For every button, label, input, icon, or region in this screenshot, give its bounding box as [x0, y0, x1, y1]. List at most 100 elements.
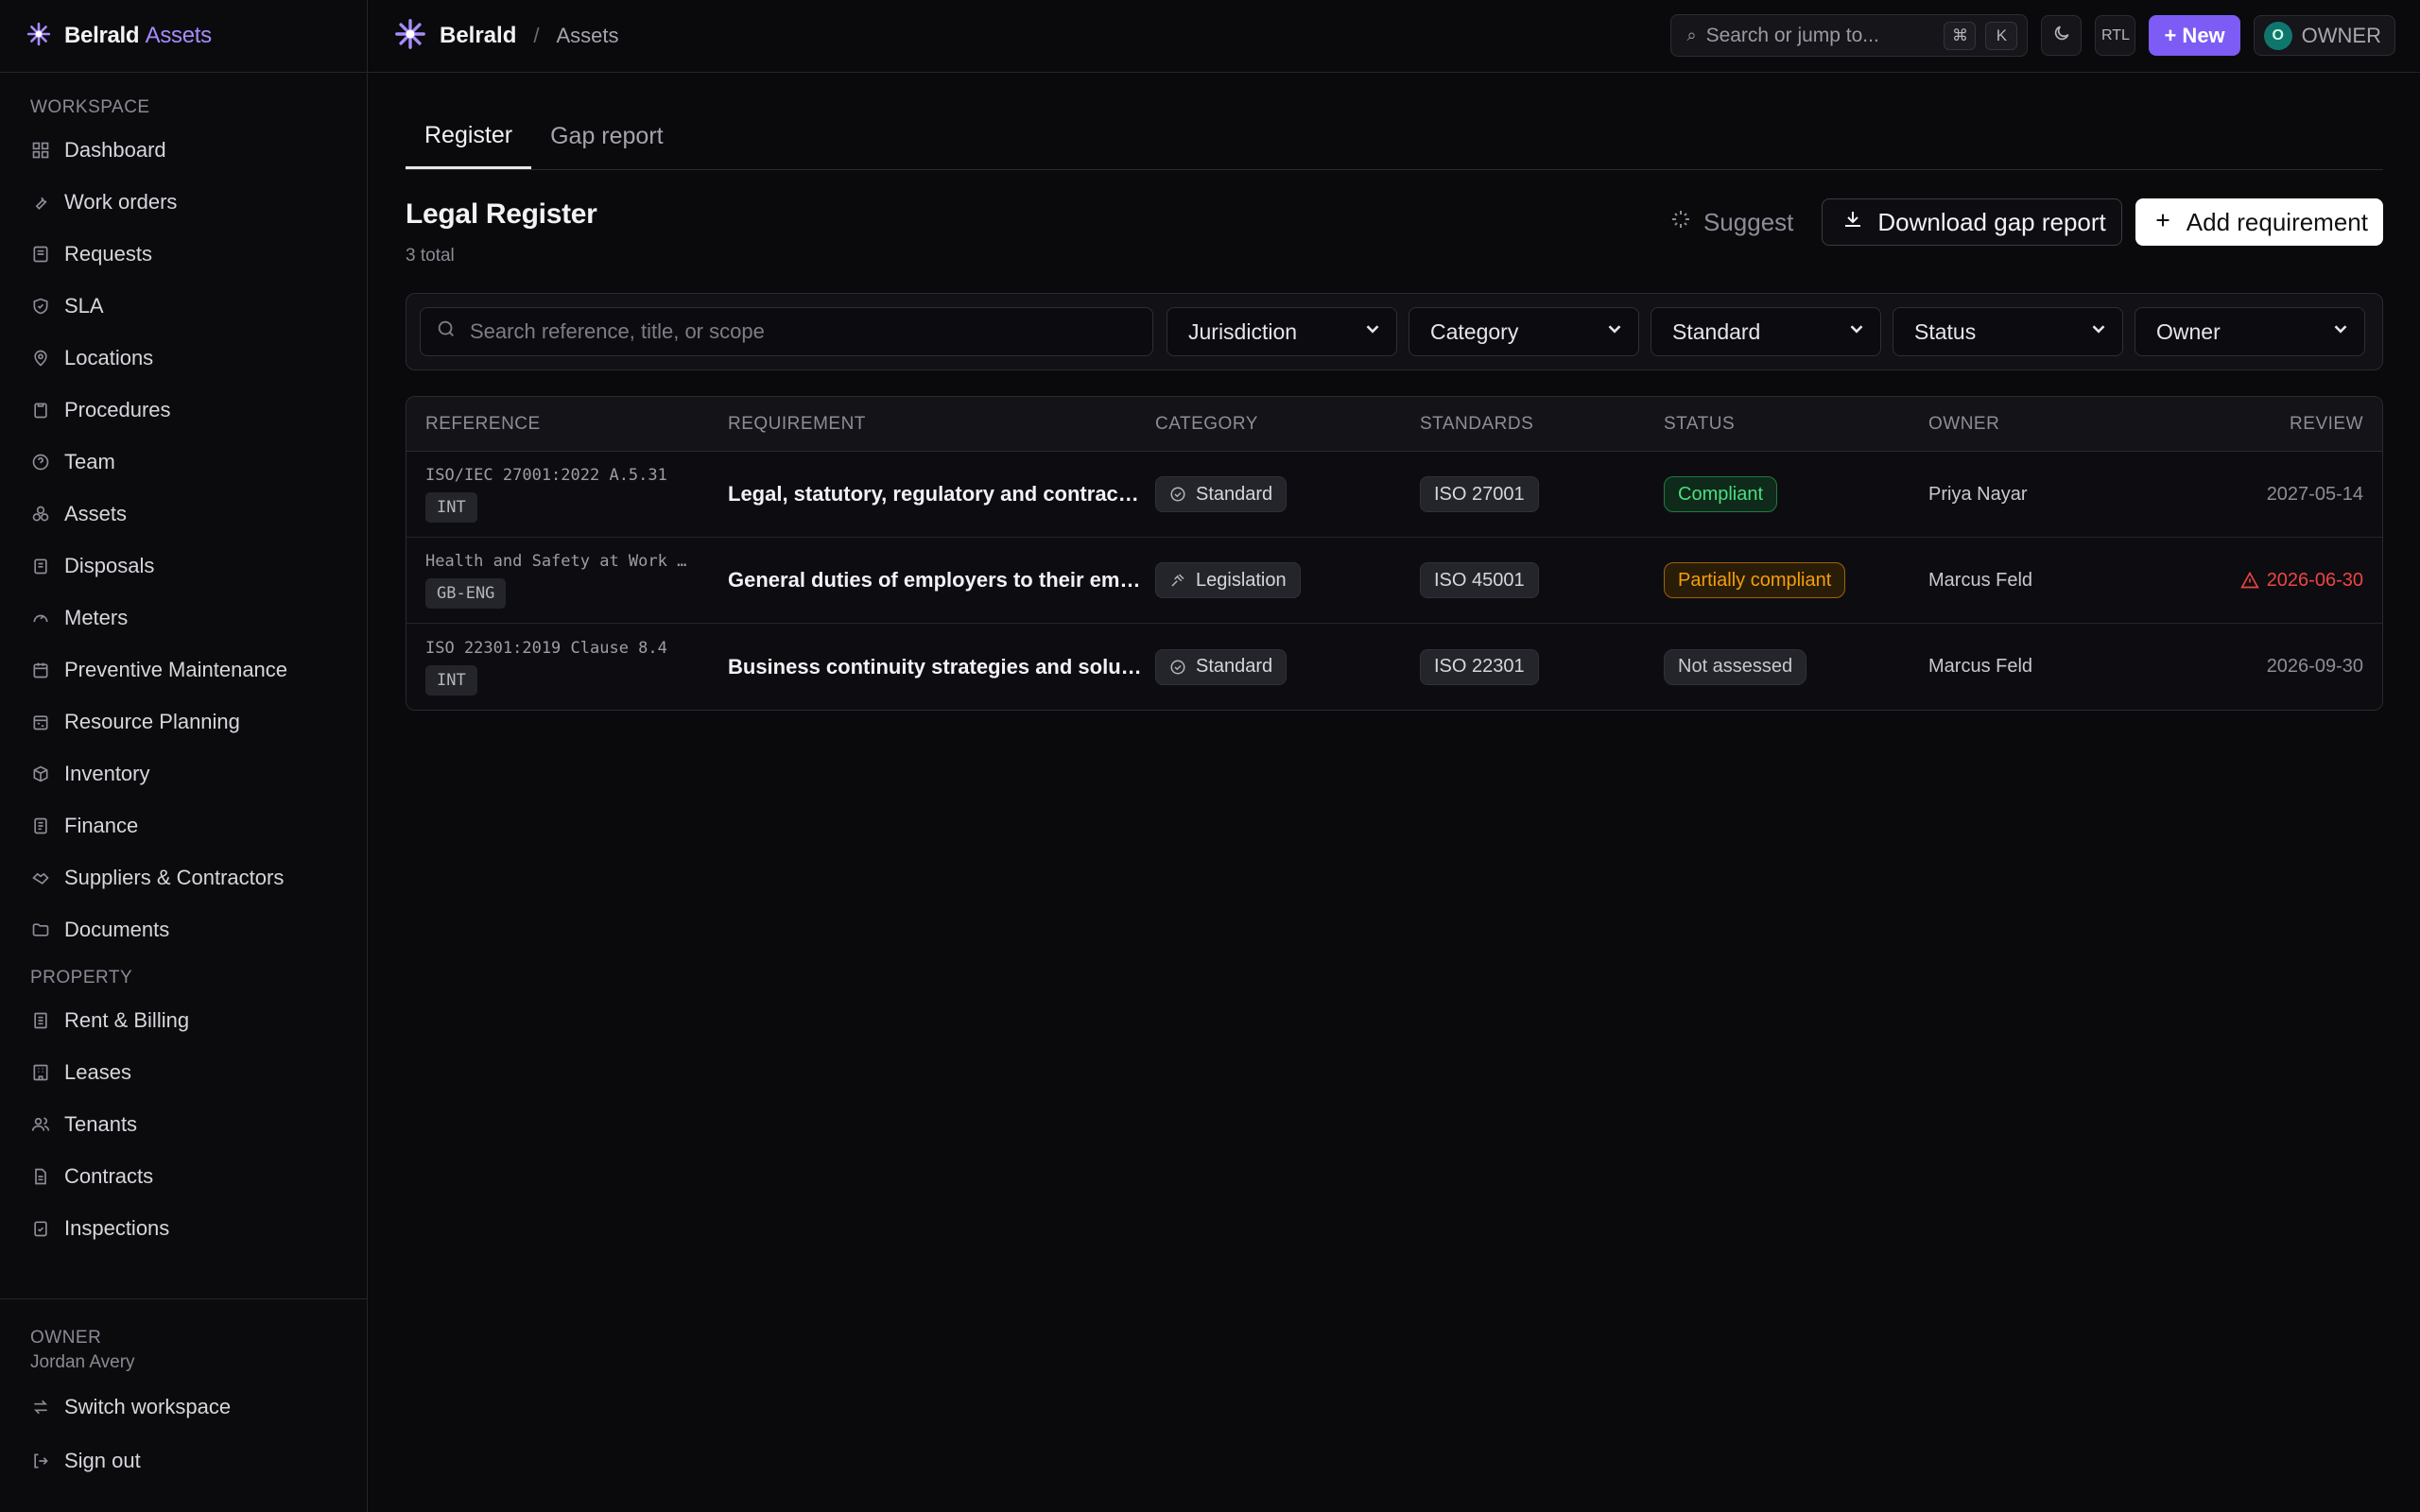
sidebar-item-assets[interactable]: Assets — [0, 488, 367, 540]
reference-code: Health and Safety at Work … — [425, 552, 687, 571]
standard-pill: ISO 45001 — [1420, 562, 1539, 598]
footer-user-name: Jordan Avery — [30, 1352, 135, 1372]
breadcrumb-org[interactable]: Belrald — [440, 23, 516, 49]
category-filter-select[interactable]: Category — [1409, 307, 1639, 356]
download-gap-report-button[interactable]: Download gap report — [1822, 198, 2122, 246]
sign-out-button[interactable]: Sign out — [0, 1435, 367, 1486]
column-header-owner[interactable]: OWNER — [1928, 397, 1999, 452]
rtl-toggle-button[interactable]: RTL — [2095, 15, 2136, 56]
standard-pill: ISO 27001 — [1420, 476, 1539, 512]
sidebar-item-label: Leases — [64, 1059, 131, 1084]
sidebar-item-work-orders[interactable]: Work orders — [0, 176, 367, 228]
jurisdiction-filter-select[interactable]: Jurisdiction — [1167, 307, 1397, 356]
search-icon — [436, 318, 457, 345]
category-cell: Legislation — [1155, 538, 1301, 623]
sidebar-item-contracts[interactable]: Contracts — [0, 1150, 367, 1202]
sidebar-item-label: Suppliers & Contractors — [64, 865, 285, 889]
column-header-category[interactable]: CATEGORY — [1155, 397, 1258, 452]
brand[interactable]: Belrald Assets — [0, 0, 367, 73]
filter-bar: Search reference, title, or scope Jurisd… — [406, 293, 2383, 370]
standard-filter-select[interactable]: Standard — [1651, 307, 1881, 356]
workspace-nav: Dashboard Work orders Requests SLA Locations… — [0, 124, 367, 955]
column-header-requirement[interactable]: REQUIREMENT — [728, 397, 1144, 452]
column-header-review[interactable]: REVIEW — [2290, 397, 2363, 452]
table-row[interactable]: Health and Safety at Work … GB-ENG General… — [406, 538, 2382, 624]
chevron-down-icon — [1846, 318, 1867, 345]
users-icon — [30, 1114, 51, 1135]
requirement-title[interactable]: Business continuity strategies and solut… — [728, 655, 1144, 679]
requirement-title[interactable]: Legal, statutory, regulatory and contrac… — [728, 482, 1144, 507]
handshake-icon — [30, 868, 51, 888]
select-value: Category — [1430, 318, 1519, 344]
column-header-status[interactable]: STATUS — [1664, 397, 1735, 452]
global-search-placeholder: Search or jump to... — [1705, 24, 1879, 46]
sidebar-item-resource-planning[interactable]: Resource Planning — [0, 696, 367, 747]
status-filter-select[interactable]: Status — [1893, 307, 2123, 356]
sidebar-item-disposals[interactable]: Disposals — [0, 540, 367, 592]
requirement-cell: Legal, statutory, regulatory and contrac… — [728, 452, 1144, 537]
standards-cell: ISO 22301 — [1420, 624, 1539, 710]
file-icon — [30, 816, 51, 836]
sidebar-item-label: Rent & Billing — [64, 1007, 190, 1032]
sidebar-item-documents[interactable]: Documents — [0, 903, 367, 955]
breadcrumb-page[interactable]: Assets — [557, 24, 619, 48]
account-menu[interactable]: O OWNER — [2253, 15, 2395, 56]
register-search-input[interactable]: Search reference, title, or scope — [420, 307, 1153, 356]
requirement-title[interactable]: General duties of employers to their emp… — [728, 568, 1144, 593]
sidebar-item-sla[interactable]: SLA — [0, 280, 367, 332]
tab-gap-report[interactable]: Gap report — [531, 123, 683, 169]
status-badge: Not assessed — [1664, 648, 1807, 685]
new-button[interactable]: + New — [2149, 15, 2240, 56]
owner-filter-select[interactable]: Owner — [2135, 307, 2365, 356]
search-icon: ⌕ — [1686, 26, 1697, 44]
sidebar-item-rent-and-billing[interactable]: Rent & Billing — [0, 994, 367, 1046]
sidebar-item-preventive-maintenance[interactable]: Preventive Maintenance — [0, 644, 367, 696]
table-row[interactable]: ISO 22301:2019 Clause 8.4 INT Business con… — [406, 624, 2382, 710]
column-header-reference[interactable]: REFERENCE — [425, 397, 709, 452]
add-requirement-label: Add requirement — [2186, 207, 2368, 236]
sidebar-item-suppliers-and-contractors[interactable]: Suppliers & Contractors — [0, 851, 367, 903]
sidebar-item-procedures[interactable]: Procedures — [0, 384, 367, 436]
sidebar-item-tenants[interactable]: Tenants — [0, 1098, 367, 1150]
requirement-cell: Business continuity strategies and solut… — [728, 624, 1144, 710]
sidebar-item-locations[interactable]: Locations — [0, 332, 367, 384]
global-search[interactable]: ⌕ Search or jump to... ⌘ K — [1670, 14, 2029, 57]
sidebar-item-label: Contracts — [64, 1163, 154, 1188]
review-cell: 2026-06-30 — [2239, 538, 2363, 623]
sidebar-item-meters[interactable]: Meters — [0, 592, 367, 644]
sidebar-item-finance[interactable]: Finance — [0, 799, 367, 851]
column-header-standards[interactable]: STANDARDS — [1420, 397, 1533, 452]
alert-triangle-icon — [2239, 571, 2259, 590]
sidebar-item-label: Dashboard — [64, 137, 166, 162]
reference-block: Health and Safety at Work … GB-ENG — [425, 552, 686, 609]
owner-cell: Marcus Feld — [1928, 538, 2032, 623]
moon-icon — [2052, 24, 2071, 47]
sidebar-item-label: Locations — [64, 345, 154, 369]
standards-cell: ISO 27001 — [1420, 452, 1539, 537]
sidebar-item-inspections[interactable]: Inspections — [0, 1202, 367, 1254]
sidebar-item-team[interactable]: Team — [0, 436, 367, 488]
requirement-cell: General duties of employers to their emp… — [728, 538, 1144, 623]
suggest-button[interactable]: Suggest — [1654, 198, 1808, 246]
add-requirement-button[interactable]: Add requirement — [2135, 198, 2383, 246]
category-label: Legislation — [1196, 569, 1287, 591]
chevron-down-icon — [1604, 318, 1625, 345]
topbar-actions: ⌕ Search or jump to... ⌘ K RTL + New O O… — [1670, 14, 2395, 57]
sidebar-item-requests[interactable]: Requests — [0, 228, 367, 280]
switch-workspace-label: Switch workspace — [64, 1394, 232, 1418]
status-cell: Compliant — [1664, 452, 1778, 537]
sidebar-item-leases[interactable]: Leases — [0, 1046, 367, 1098]
category-pill: Standard — [1155, 476, 1288, 512]
sidebar-item-inventory[interactable]: Inventory — [0, 747, 367, 799]
register-search-placeholder: Search reference, title, or scope — [470, 319, 765, 343]
table-row[interactable]: ISO/IEC 27001:2022 A.5.31 INT Legal, statu… — [406, 452, 2382, 538]
tab-register[interactable]: Register — [406, 122, 532, 169]
switch-workspace-button[interactable]: Switch workspace — [0, 1381, 367, 1433]
plus-icon — [2152, 208, 2173, 237]
topbar: Belrald / Assets ⌕ Search or jump to... … — [368, 0, 2420, 73]
theme-toggle-button[interactable] — [2041, 15, 2083, 56]
sidebar-item-dashboard[interactable]: Dashboard — [0, 124, 367, 176]
status-badge: Partially compliant — [1664, 562, 1846, 598]
owner-cell: Priya Nayar — [1928, 452, 2027, 537]
table-body: ISO/IEC 27001:2022 A.5.31 INT Legal, statu… — [406, 452, 2382, 710]
